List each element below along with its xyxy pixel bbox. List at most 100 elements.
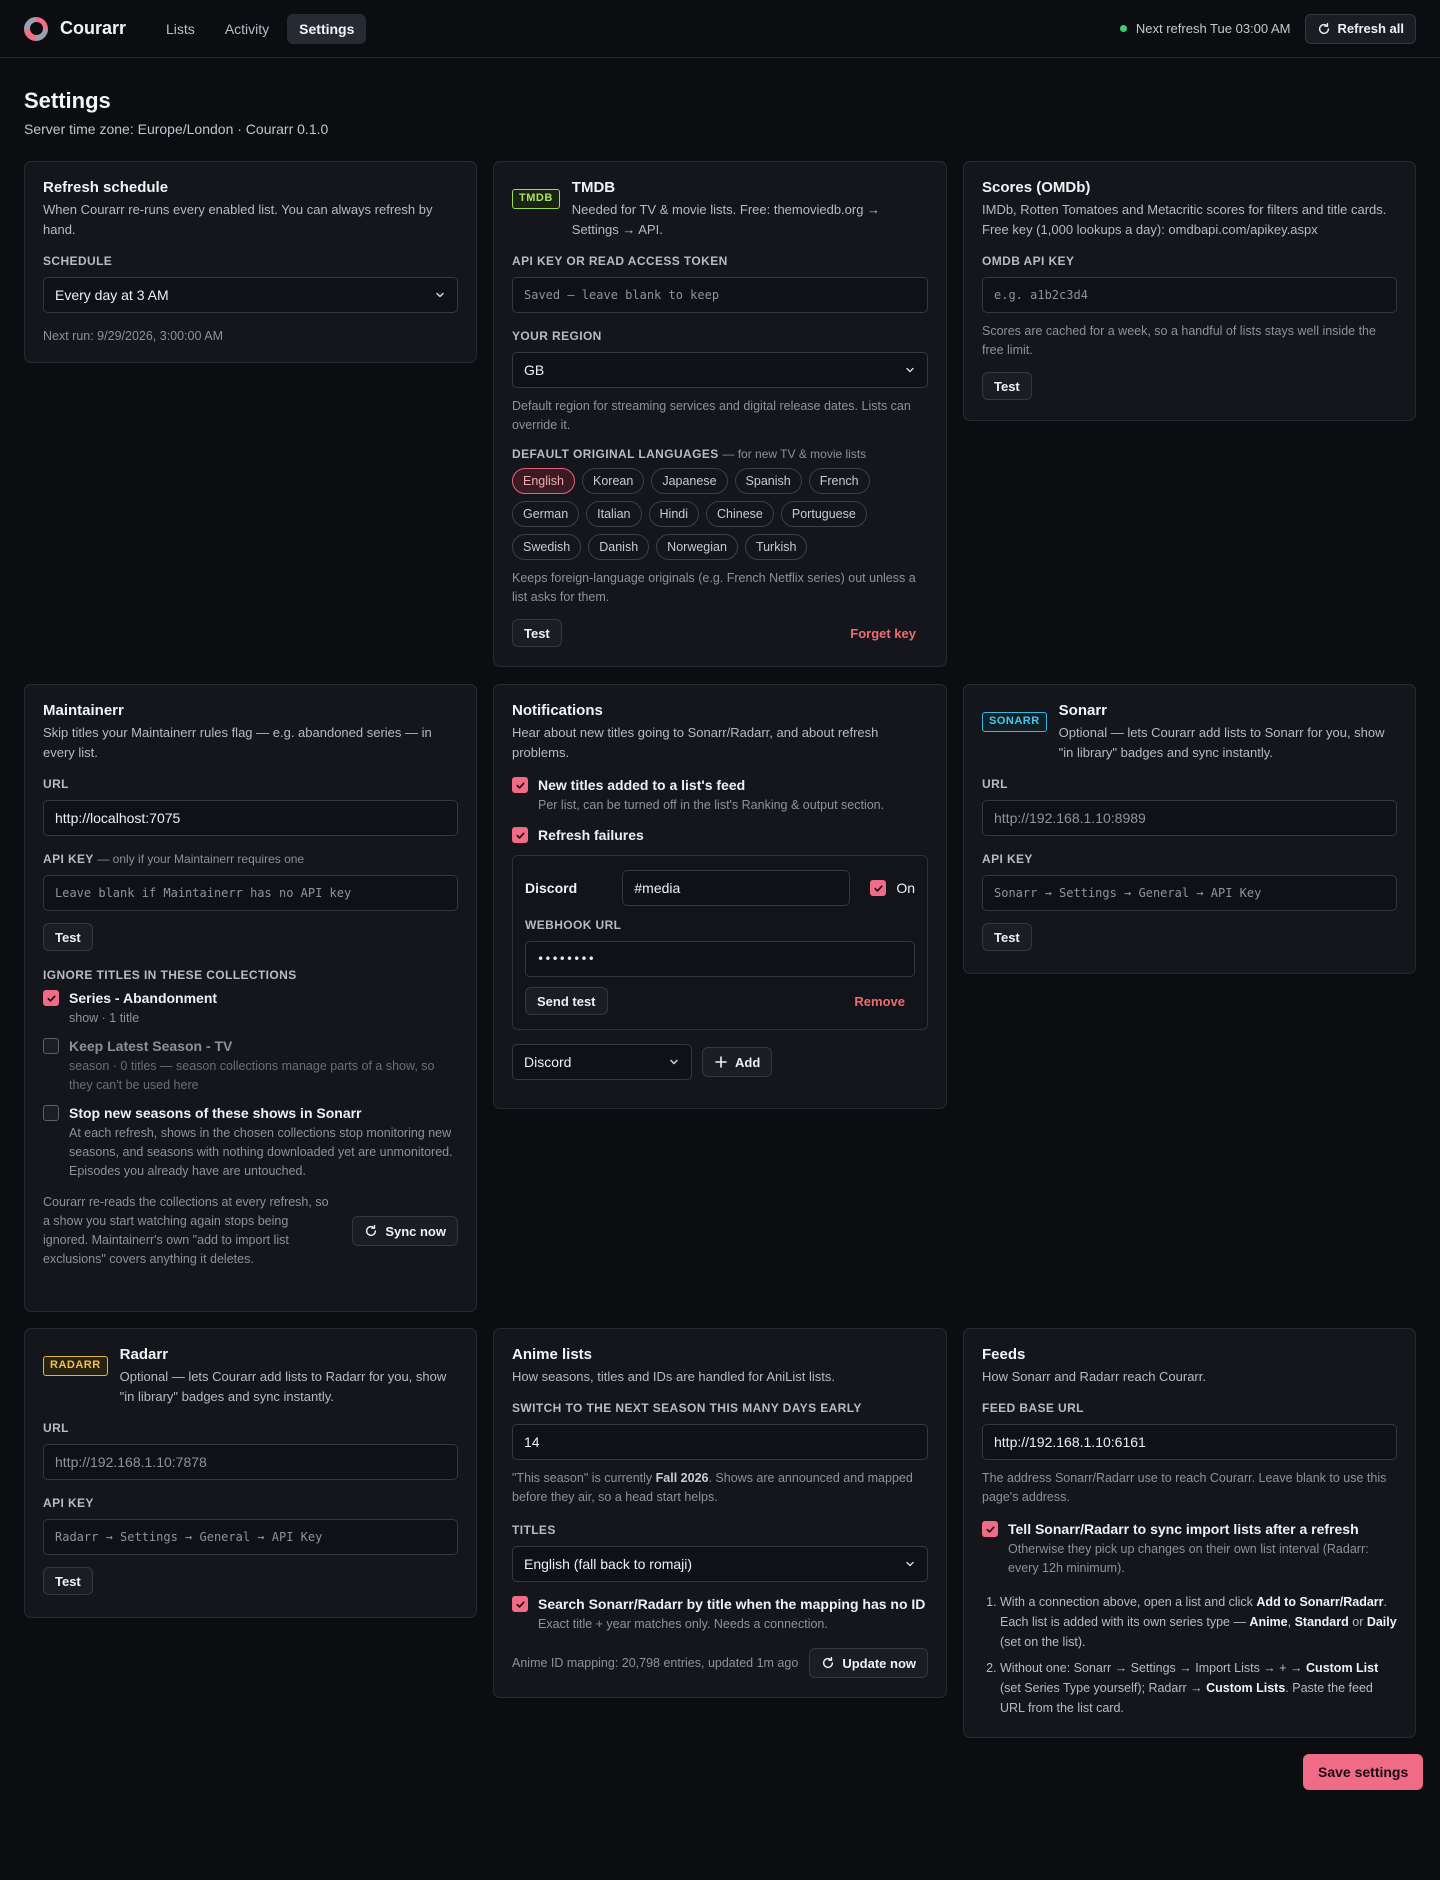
language-chip-chinese[interactable]: Chinese xyxy=(706,501,774,527)
remove-channel-link[interactable]: Remove xyxy=(854,994,905,1009)
channel-tag-input[interactable]: #media xyxy=(622,870,851,906)
refresh-all-label: Refresh all xyxy=(1337,21,1404,36)
refresh-all-button[interactable]: Refresh all xyxy=(1304,13,1416,44)
nav-tab-lists[interactable]: Lists xyxy=(154,14,207,44)
nav-tab-settings[interactable]: Settings xyxy=(287,13,367,44)
channel-type-select[interactable]: Discord xyxy=(512,1044,692,1080)
language-chip-japanese[interactable]: Japanese xyxy=(651,468,728,494)
feed-base-input[interactable]: http://192.168.1.10:6161 xyxy=(982,1424,1397,1460)
tmdb-test-button[interactable]: Test xyxy=(512,619,562,647)
card-desc: Skip titles your Maintainerr rules flag … xyxy=(43,725,432,760)
add-channel-button[interactable]: Add xyxy=(702,1047,773,1077)
save-settings-button[interactable]: Save settings xyxy=(1303,1754,1424,1790)
omdb-test-button[interactable]: Test xyxy=(982,372,1032,400)
days-early-label: SWITCH TO THE NEXT SEASON THIS MANY DAYS… xyxy=(512,1401,862,1415)
sonarr-badge: SONARR xyxy=(982,712,1047,732)
language-chip-english[interactable]: English xyxy=(512,468,575,494)
maintainerr-test-button[interactable]: Test xyxy=(43,923,93,951)
language-chip-hindi[interactable]: Hindi xyxy=(648,501,700,527)
radarr-card: RADARR Radarr Optional — lets Courarr ad… xyxy=(24,1328,477,1618)
webhook-input[interactable]: •••••••• xyxy=(525,941,915,977)
schedule-select[interactable]: Every day at 3 AM xyxy=(43,277,458,313)
language-chip-german[interactable]: German xyxy=(512,501,580,527)
schedule-label: SCHEDULE xyxy=(43,254,113,268)
sonarr-key-input[interactable]: Sonarr → Settings → General → API Key xyxy=(982,875,1397,911)
tmdb-card: TMDB TMDB Needed for TV & movie lists. F… xyxy=(493,161,947,667)
region-select[interactable]: GB xyxy=(512,352,928,388)
languages-hint: Keeps foreign-language originals (e.g. F… xyxy=(512,571,916,604)
card-title: Notifications xyxy=(512,702,603,719)
language-chip-italian[interactable]: Italian xyxy=(586,501,642,527)
title-search-sub: Exact title + year matches only. Needs a… xyxy=(538,1617,828,1631)
step-strong: Anime xyxy=(1249,1615,1288,1629)
card-desc: Hear about new titles going to Sonarr/Ra… xyxy=(512,725,879,760)
refresh-failures-checkbox[interactable] xyxy=(512,827,528,843)
radarr-key-input[interactable]: Radarr → Settings → General → API Key xyxy=(43,1519,458,1555)
setup-step-2: Without one: Sonarr → Settings → Import … xyxy=(1000,1658,1397,1718)
radarr-test-button[interactable]: Test xyxy=(43,1567,93,1595)
language-chips: English Korean Japanese Spanish French German… xyxy=(512,468,928,560)
card-title: Feeds xyxy=(982,1346,1026,1363)
webhook-label: WEBHOOK URL xyxy=(525,918,622,932)
maintainerr-key-input[interactable]: Leave blank if Maintainerr has no API ke… xyxy=(43,875,458,911)
language-chip-portuguese[interactable]: Portuguese xyxy=(780,501,867,527)
tmdb-key-input[interactable]: Saved — leave blank to keep xyxy=(512,277,928,313)
omdb-key-input[interactable]: e.g. a1b2c3d4 xyxy=(982,277,1397,313)
collection-checkbox-disabled xyxy=(43,1038,59,1054)
sync-now-button[interactable]: Sync now xyxy=(352,1216,458,1246)
language-chip-korean[interactable]: Korean xyxy=(582,468,645,494)
collection-checkbox-checked[interactable] xyxy=(43,990,59,1006)
update-now-label: Update now xyxy=(842,1655,916,1671)
card-desc: How seasons, titles and IDs are handled … xyxy=(512,1369,835,1384)
sonarr-test-button[interactable]: Test xyxy=(982,923,1032,951)
tmdb-key-label: API KEY OR READ ACCESS TOKEN xyxy=(512,254,728,268)
language-chip-danish[interactable]: Danish xyxy=(588,534,650,560)
card-title: TMDB xyxy=(571,179,616,196)
chevron-down-icon xyxy=(904,1558,916,1570)
feed-base-hint: The address Sonarr/Radarr use to reach C… xyxy=(982,1471,1387,1504)
new-titles-checkbox[interactable] xyxy=(512,777,528,793)
maintainerr-footer: Courarr re-reads the collections at ever… xyxy=(43,1195,329,1266)
card-desc: Optional — lets Courarr add lists to Son… xyxy=(1058,725,1385,760)
season-hint: "This season" is currently Fall 2026. Sh… xyxy=(512,1469,928,1507)
region-label: YOUR REGION xyxy=(512,329,602,343)
step-text: or xyxy=(1348,1615,1367,1629)
forget-key-link[interactable]: Forget key xyxy=(850,626,916,641)
card-title: Anime lists xyxy=(512,1346,593,1363)
stop-seasons-sub: At each refresh, shows in the chosen col… xyxy=(69,1126,453,1178)
app-name: Courarr xyxy=(60,18,127,38)
titles-value: English (fall back to romaji) xyxy=(524,1556,693,1572)
refresh-icon xyxy=(1317,22,1331,36)
tmdb-badge: TMDB xyxy=(512,189,560,209)
send-test-button[interactable]: Send test xyxy=(525,987,608,1015)
schedule-value: Every day at 3 AM xyxy=(55,287,169,303)
title-search-checkbox[interactable] xyxy=(512,1596,528,1612)
sonarr-url-input[interactable]: http://192.168.1.10:8989 xyxy=(982,800,1397,836)
nav-tab-activity[interactable]: Activity xyxy=(213,14,281,44)
update-now-button[interactable]: Update now xyxy=(809,1648,928,1678)
refresh-icon xyxy=(364,1224,378,1238)
language-chip-turkish[interactable]: Turkish xyxy=(744,534,808,560)
language-chip-french[interactable]: French xyxy=(808,468,870,494)
mapping-status: Anime ID mapping: 20,798 entries, update… xyxy=(512,1655,799,1670)
sonarr-card: SONARR Sonarr Optional — lets Courarr ad… xyxy=(963,684,1416,974)
channel-type-value: Discord xyxy=(524,1054,572,1070)
notifications-card: Notifications Hear about new titles goin… xyxy=(493,684,947,1109)
key-label-note: — only if your Maintainerr requires one xyxy=(97,852,305,866)
collections-label: IGNORE TITLES IN THESE COLLECTIONS xyxy=(43,968,297,982)
page-subtitle: Server time zone: Europe/London · Courar… xyxy=(24,121,329,137)
radarr-url-label: URL xyxy=(43,1421,69,1435)
stop-seasons-checkbox[interactable] xyxy=(43,1105,59,1121)
sync-lists-checkbox[interactable] xyxy=(982,1521,998,1537)
language-chip-spanish[interactable]: Spanish xyxy=(734,468,802,494)
language-chip-swedish[interactable]: Swedish xyxy=(512,534,582,560)
step-text: With a connection above, open a list and… xyxy=(1000,1595,1257,1609)
channel-on-checkbox[interactable] xyxy=(870,880,887,896)
maintainerr-url-input[interactable]: http://localhost:7075 xyxy=(43,800,458,836)
days-early-input[interactable]: 14 xyxy=(512,1424,928,1460)
step-text: (set on the list). xyxy=(1000,1635,1086,1649)
language-chip-norwegian[interactable]: Norwegian xyxy=(656,534,738,560)
titles-select[interactable]: English (fall back to romaji) xyxy=(512,1546,928,1582)
card-desc: How Sonarr and Radarr reach Courarr. xyxy=(982,1369,1206,1384)
radarr-url-input[interactable]: http://192.168.1.10:7878 xyxy=(43,1444,458,1480)
